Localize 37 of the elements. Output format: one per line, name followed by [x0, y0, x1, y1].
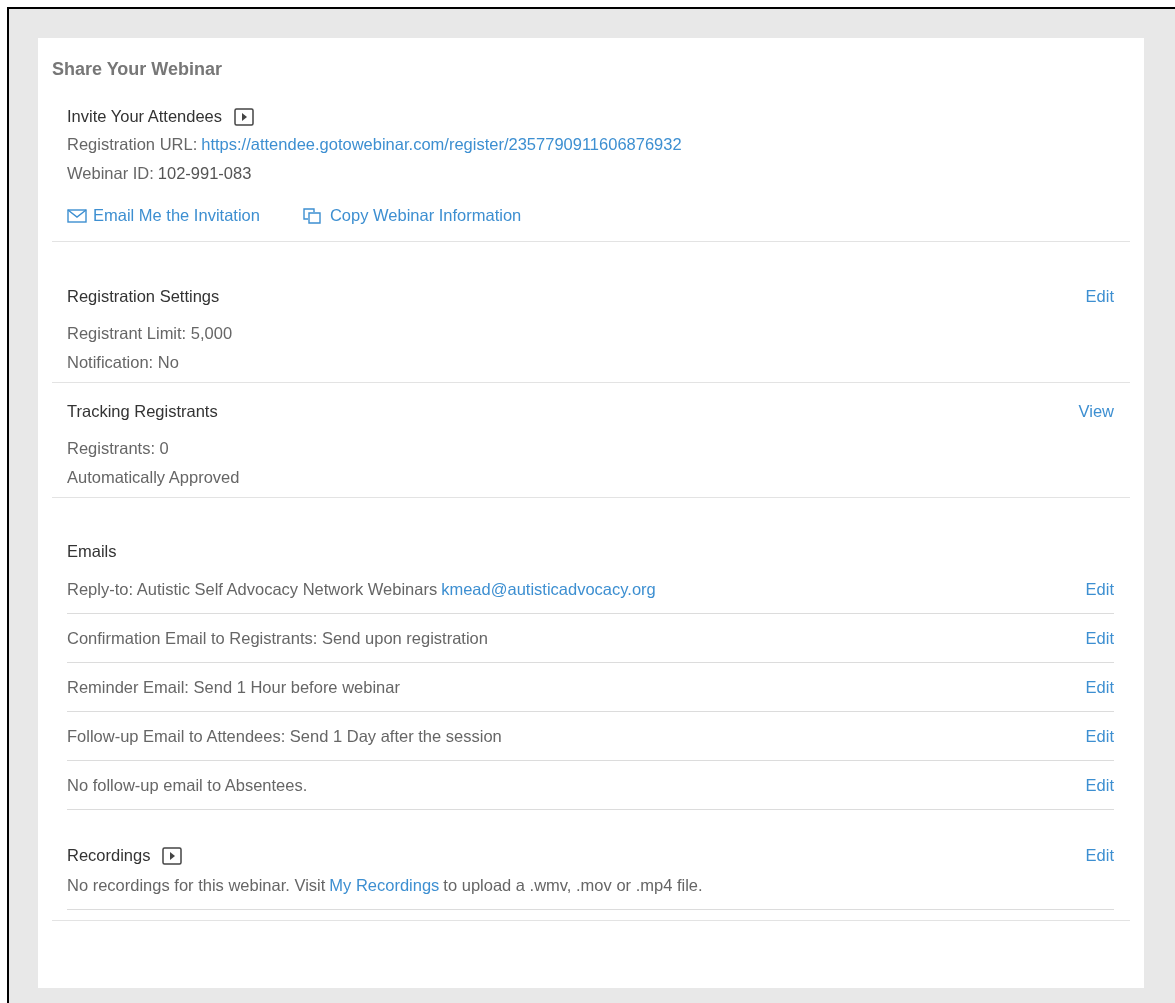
play-icon[interactable]	[234, 107, 255, 126]
field-label: Registration URL:	[67, 134, 198, 155]
setting-text: Automatically Approved	[67, 467, 241, 488]
recordings-text: to upload a .wmv, .mov or .mp4 file.	[443, 875, 703, 896]
section-heading: Tracking Registrants	[67, 401, 218, 422]
email-setting-text: Follow-up Email to Attendees: Send 1 Day after the session	[67, 725, 502, 747]
edit-link[interactable]: Edit	[1085, 724, 1114, 748]
email-setting-text: Confirmation Email to Registrants: Send upon registration	[67, 627, 488, 649]
edit-link[interactable]: View	[1078, 400, 1114, 423]
edit-link[interactable]: Edit	[1085, 675, 1114, 699]
play-icon[interactable]	[162, 846, 183, 865]
edit-link[interactable]: Edit	[1085, 626, 1114, 650]
panel-title: Share Your Webinar	[52, 58, 224, 81]
edit-link[interactable]: Edit	[1085, 285, 1114, 308]
email-link[interactable]: kmead@autisticadvocacy.org	[441, 577, 656, 601]
email-invitation-link[interactable]: Email Me the Invitation	[67, 204, 260, 227]
email-setting-text: Reminder Email: Send 1 Hour before webinar	[67, 676, 400, 698]
email-setting-text: Reply-to: Autistic Self Advocacy Network Webinars	[67, 578, 438, 600]
edit-link[interactable]: Edit	[1085, 773, 1114, 797]
envelope-icon	[67, 208, 87, 223]
section-heading: Recordings	[67, 845, 151, 866]
copy-info-link[interactable]: Copy Webinar Information	[301, 204, 522, 227]
edit-link[interactable]: Edit	[1085, 577, 1114, 601]
recordings-link[interactable]: My Recordings	[329, 874, 440, 897]
section-heading: Registration Settings	[67, 286, 220, 307]
section-heading: Invite Your Attendees	[67, 106, 223, 127]
edit-link[interactable]: Edit	[1085, 844, 1114, 867]
registration-link[interactable]: https://attendee.gotowebinar.com/register/2357790911606876932	[201, 133, 682, 156]
email-setting-text: No follow-up email to Absentees.	[67, 774, 308, 796]
recordings-text: No recordings for this webinar. Visit	[67, 875, 326, 896]
setting-text: Notification: No	[67, 352, 180, 373]
setting-text: Registrant Limit: 5,000	[67, 323, 234, 344]
copy-icon	[301, 206, 322, 225]
setting-text: Registrants: 0	[67, 438, 170, 459]
field-label: Webinar ID:	[67, 163, 154, 184]
section-heading: Emails	[67, 542, 117, 560]
field-value: 102-991-083	[157, 163, 252, 184]
